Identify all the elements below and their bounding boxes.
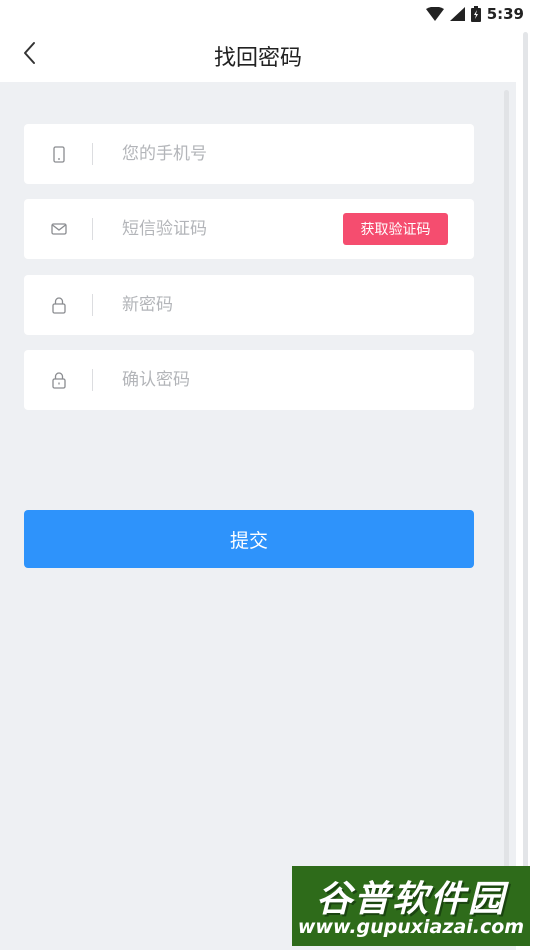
confirm-password-input[interactable] (122, 364, 342, 396)
new-password-field (24, 275, 474, 335)
status-bar: 5:39 (0, 0, 534, 28)
confirm-password-field (24, 350, 474, 410)
field-divider (92, 143, 93, 165)
sms-code-field: 获取验证码 (24, 199, 474, 259)
get-code-button[interactable]: 获取验证码 (343, 213, 448, 245)
watermark-logo: 谷普软件园 www.gupuxiazai.com (292, 866, 530, 946)
field-divider (92, 218, 93, 240)
submit-button[interactable]: 提交 (24, 510, 474, 568)
battery-icon (470, 6, 481, 22)
lock-icon (50, 295, 68, 315)
phone-input[interactable] (122, 138, 342, 170)
nav-bar: 找回密码 (0, 28, 516, 82)
lock-icon (50, 370, 68, 390)
cellular-signal-icon (449, 7, 465, 21)
phone-field (24, 124, 474, 184)
page-scrollbar[interactable] (523, 32, 528, 942)
status-time: 5:39 (486, 5, 524, 23)
field-divider (92, 369, 93, 391)
page-title: 找回密码 (213, 46, 302, 71)
status-icons: 5:39 (425, 4, 524, 24)
field-divider (92, 294, 93, 316)
watermark-url: www.gupuxiazai.com (297, 916, 525, 938)
sms-code-input[interactable] (122, 213, 342, 245)
new-password-input[interactable] (122, 289, 342, 321)
mail-icon (50, 219, 68, 239)
phone-icon (50, 144, 68, 164)
wifi-icon (425, 7, 444, 21)
watermark-title: 谷普软件园 (315, 879, 506, 920)
content-scrollbar[interactable] (504, 90, 509, 880)
